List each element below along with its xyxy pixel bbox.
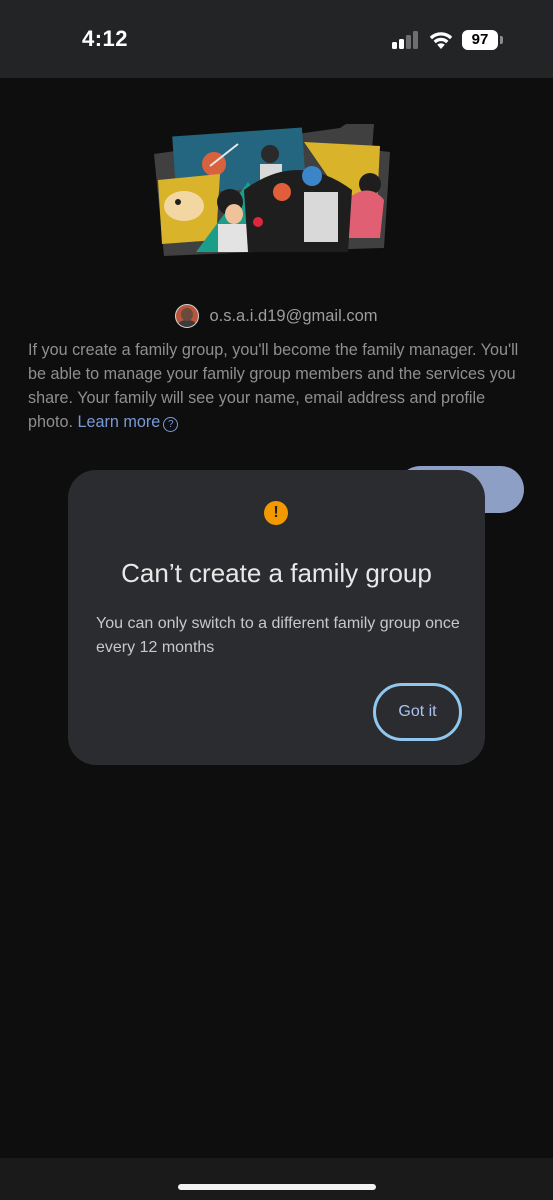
status-time: 4:12	[82, 26, 129, 51]
family-illustration	[154, 124, 390, 256]
account-row: o.s.a.i.d19@gmail.com	[0, 303, 553, 329]
learn-more-link[interactable]: Learn more	[78, 413, 161, 431]
account-email: o.s.a.i.d19@gmail.com	[209, 306, 378, 325]
signal-icon	[392, 31, 420, 49]
dialog-title: Can’t create a family group	[121, 558, 432, 588]
home-indicator[interactable]	[178, 1184, 376, 1190]
wifi-icon	[429, 32, 453, 49]
dialog-message: You can only switch to a different famil…	[96, 615, 460, 656]
battery-level: 97	[462, 30, 498, 50]
got-it-button[interactable]: Got it	[373, 683, 462, 741]
help-icon[interactable]: ?	[163, 417, 179, 432]
bottom-bar	[0, 1158, 553, 1200]
warning-icon: !	[264, 501, 288, 525]
cant-create-family-group-dialog: ! Can’t create a family group You can on…	[68, 470, 485, 765]
battery-icon: 97	[462, 30, 504, 50]
family-manager-description: If you create a family group, you'll bec…	[28, 338, 528, 434]
avatar	[175, 304, 200, 328]
status-bar: 4:12 97	[0, 0, 553, 78]
